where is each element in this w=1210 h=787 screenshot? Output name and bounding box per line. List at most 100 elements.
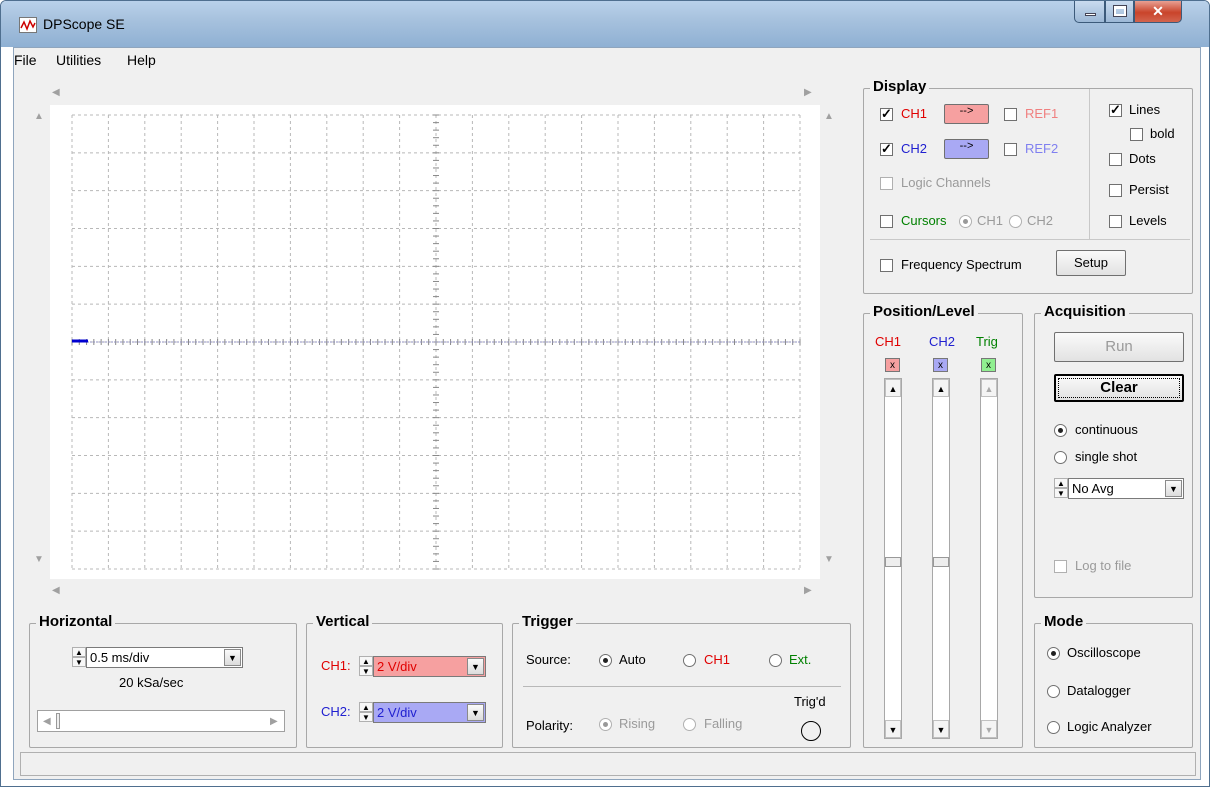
ch1-ref-arrow-button[interactable]: --> [944, 104, 989, 124]
triggered-label: Trig'd [794, 694, 826, 709]
ref1-checkbox[interactable] [1004, 108, 1017, 121]
menu-utilities[interactable]: Utilities [56, 52, 101, 68]
maximize-button[interactable] [1105, 1, 1134, 23]
frequency-spectrum-checkbox[interactable] [880, 259, 893, 272]
chevron-down-icon[interactable]: ▼ [467, 658, 484, 675]
scope-app-icon [19, 17, 37, 33]
cursor-ch1-radio[interactable] [959, 215, 972, 228]
logic-channels-label: Logic Channels [901, 175, 991, 190]
menu-help[interactable]: Help [127, 52, 156, 68]
position-ch1-label: CH1 [875, 334, 902, 349]
trig-level-slider[interactable]: ▲ ▼ [980, 378, 998, 739]
single-shot-label: single shot [1075, 449, 1138, 464]
trigger-falling-radio[interactable] [683, 718, 696, 731]
ch2-ref-arrow-button[interactable]: --> [944, 139, 989, 159]
maximize-icon [1113, 5, 1127, 17]
slider-up-icon[interactable]: ▲ [933, 379, 949, 397]
close-button[interactable]: ✕ [1134, 1, 1182, 23]
datalogger-radio[interactable] [1047, 685, 1060, 698]
logic-channels-checkbox[interactable] [880, 177, 893, 190]
display-title: Display [870, 78, 930, 95]
position-trig-label: Trig [976, 334, 998, 349]
log-to-file-label: Log to file [1075, 558, 1132, 573]
logic-analyzer-radio[interactable] [1047, 721, 1060, 734]
oscilloscope-label: Oscilloscope [1067, 645, 1141, 660]
sample-rate-label: 20 kSa/sec [119, 675, 184, 690]
dots-checkbox[interactable] [1109, 153, 1122, 166]
cursor-ch2-radio[interactable] [1009, 215, 1022, 228]
ch1-reset-button[interactable]: x [885, 358, 900, 372]
trigger-ch1-label: CH1 [704, 652, 731, 667]
triggered-indicator-icon [801, 721, 821, 741]
mode-group: Mode Oscilloscope Datalogger Logic Analy… [1034, 613, 1193, 748]
bold-checkbox[interactable] [1130, 128, 1143, 141]
position-level-title: Position/Level [870, 303, 978, 320]
trigger-group: Trigger Source: Auto CH1 Ext. Polarity: … [512, 613, 851, 748]
slider-up-icon[interactable]: ▲ [885, 379, 901, 397]
slider-up-icon[interactable]: ▲ [981, 379, 997, 397]
levels-label: Levels [1129, 213, 1167, 228]
trigger-ext-label: Ext. [789, 652, 812, 667]
scope-screen[interactable]: ◀ ▶ ▲ ▲ ▼ ▼ ◀ ▶ [32, 81, 854, 601]
dots-label: Dots [1129, 151, 1156, 166]
minimize-button[interactable] [1074, 1, 1105, 23]
menu-bar: File Utilities Help [14, 48, 1200, 72]
lines-checkbox[interactable] [1109, 102, 1122, 118]
slider-down-icon[interactable]: ▼ [885, 720, 901, 738]
scroll-thumb[interactable] [56, 713, 60, 729]
trigger-auto-radio[interactable] [599, 654, 612, 667]
persist-checkbox[interactable] [1109, 184, 1122, 197]
slider-down-icon[interactable]: ▼ [981, 720, 997, 738]
ch2-scale-select[interactable]: 2 V/div ▼ [373, 702, 486, 723]
continuous-radio[interactable] [1054, 424, 1067, 437]
levels-checkbox[interactable] [1109, 215, 1122, 228]
logic-analyzer-label: Logic Analyzer [1067, 719, 1152, 734]
chevron-down-icon[interactable]: ▼ [467, 704, 484, 721]
trigger-rising-radio[interactable] [599, 718, 612, 731]
ch1-position-slider[interactable]: ▲ ▼ [884, 378, 902, 739]
frequency-spectrum-label: Frequency Spectrum [901, 257, 1022, 272]
ch2-slider-thumb[interactable] [933, 557, 949, 567]
trig-reset-button[interactable]: x [981, 358, 996, 372]
trigger-ch1-radio[interactable] [683, 654, 696, 667]
ref2-label: REF2 [1025, 141, 1059, 156]
ch2-scale-spinner[interactable]: ▲ ▼ [359, 702, 373, 723]
ch1-display-checkbox[interactable] [880, 106, 893, 122]
scroll-left-icon[interactable]: ◀ [43, 716, 51, 727]
chevron-down-icon[interactable]: ▼ [224, 649, 241, 666]
ch2-display-checkbox[interactable] [880, 141, 893, 157]
avg-spinner[interactable]: ▲ ▼ [1054, 478, 1068, 499]
vertical-ch1-label: CH1: [321, 658, 351, 673]
ch1-display-label: CH1 [901, 106, 928, 121]
oscilloscope-radio[interactable] [1047, 647, 1060, 660]
log-to-file-checkbox[interactable] [1054, 560, 1067, 573]
setup-button[interactable]: Setup [1056, 250, 1126, 276]
horizontal-title: Horizontal [36, 613, 116, 630]
ch2-reset-button[interactable]: x [933, 358, 948, 372]
vertical-group: Vertical CH1: ▲ ▼ 2 V/div ▼ CH2: ▲ ▼ 2 V/d… [306, 613, 503, 748]
scroll-right-icon[interactable]: ▶ [270, 716, 278, 727]
timebase-select[interactable]: 0.5 ms/div ▼ [86, 647, 243, 668]
averaging-select[interactable]: No Avg ▼ [1068, 478, 1184, 499]
trigger-source-label: Source: [526, 652, 571, 667]
cursors-checkbox[interactable] [880, 215, 893, 228]
timebase-spinner[interactable]: ▲ ▼ [72, 647, 86, 668]
ch2-position-slider[interactable]: ▲ ▼ [932, 378, 950, 739]
clear-button[interactable]: Clear [1054, 374, 1184, 402]
ch1-slider-thumb[interactable] [885, 557, 901, 567]
ref2-checkbox[interactable] [1004, 143, 1017, 156]
slider-down-icon[interactable]: ▼ [933, 720, 949, 738]
datalogger-label: Datalogger [1067, 683, 1131, 698]
single-shot-radio[interactable] [1054, 451, 1067, 464]
window-title: DPScope SE [43, 16, 125, 32]
run-button[interactable]: Run [1054, 332, 1184, 362]
menu-file[interactable]: File [14, 52, 37, 68]
ch1-scale-spinner[interactable]: ▲ ▼ [359, 656, 373, 677]
horizontal-group: Horizontal ▲ ▼ 0.5 ms/div ▼ 20 kSa/sec ◀ … [29, 613, 297, 748]
trigger-ext-radio[interactable] [769, 654, 782, 667]
bold-label: bold [1150, 126, 1175, 141]
chevron-down-icon[interactable]: ▼ [1165, 480, 1182, 497]
ch1-scale-select[interactable]: 2 V/div ▼ [373, 656, 486, 677]
horizontal-scrollbar[interactable]: ◀ ▶ [37, 710, 285, 732]
ref1-label: REF1 [1025, 106, 1059, 121]
